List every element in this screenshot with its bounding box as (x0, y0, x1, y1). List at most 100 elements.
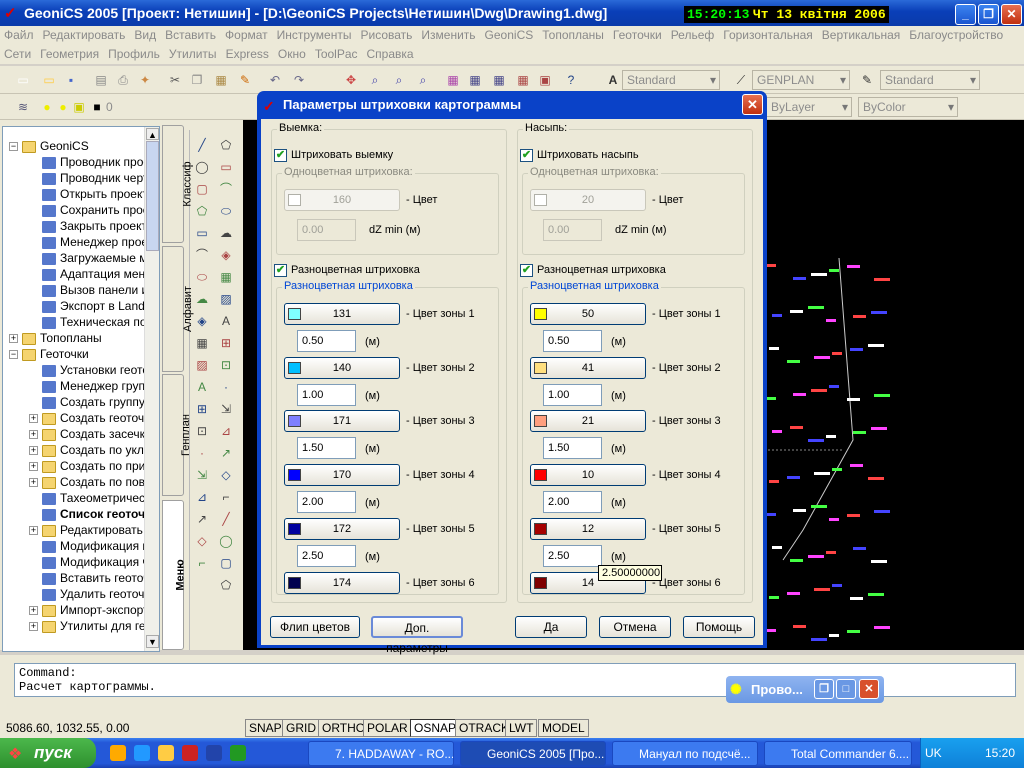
help-button[interactable]: Помощь (683, 616, 755, 638)
polygon-tool-icon[interactable]: ⌐ (193, 554, 211, 572)
ok-button[interactable]: Да (515, 616, 587, 638)
explorer-icon[interactable] (158, 745, 174, 761)
taskbar-item[interactable]: 7. HADDAWAY - RO... (308, 741, 454, 766)
menu-item[interactable]: Геометрия (36, 45, 104, 61)
acrobat-icon[interactable] (182, 745, 198, 761)
menu-item[interactable]: GeoniCS (481, 26, 539, 42)
word-icon[interactable] (206, 745, 222, 761)
text-tool-icon[interactable]: A (193, 378, 211, 396)
save-icon[interactable]: ▪ (62, 71, 80, 89)
arc-tool-icon[interactable]: ◯ (193, 158, 211, 176)
rect-tool-icon[interactable]: ▭ (193, 224, 211, 242)
tree-item[interactable]: + Импорт-экспорт (29, 602, 149, 618)
expand-icon[interactable]: + (29, 430, 38, 440)
paste-icon[interactable]: ▦ (212, 71, 230, 89)
polygon-tool-icon[interactable]: ◯ (217, 532, 235, 550)
zone-height-input[interactable]: 1.50 (543, 437, 602, 460)
markup-icon[interactable]: ▣ (536, 71, 554, 89)
scroll-down-icon[interactable]: ▼ (146, 635, 159, 648)
zone-height-input[interactable]: 2.00 (297, 491, 356, 514)
tab-3[interactable]: Генплан (162, 374, 192, 496)
tree-item[interactable]: Тахеометрический журнал (29, 490, 149, 506)
expand-icon[interactable]: + (29, 462, 38, 472)
menu-item[interactable]: ToolPac (311, 45, 363, 61)
dialog-close-button[interactable]: ✕ (742, 94, 763, 115)
extra-params-button[interactable]: Доп. параметры (371, 616, 463, 655)
hatch-checkbox[interactable]: ✔ (274, 149, 287, 162)
menu-item[interactable]: Горизонтальная (719, 26, 818, 42)
table-tool-icon[interactable]: ▦ (193, 334, 211, 352)
cloud-tool-icon[interactable]: ☁ (193, 290, 211, 308)
tree-item[interactable]: + Создать по уклону (29, 442, 149, 458)
multi-checkbox[interactable]: ✔ (274, 264, 287, 277)
zone-height-input[interactable]: 2.00 (543, 491, 602, 514)
restore-button[interactable]: ❐ (978, 4, 999, 25)
expand-icon[interactable]: + (29, 622, 38, 632)
tree-item[interactable]: + Создать засечки (29, 426, 149, 442)
status-polar-button[interactable]: POLAR (363, 719, 412, 737)
tab-4[interactable]: Меню (162, 500, 187, 650)
open-icon[interactable]: ▭ (40, 71, 58, 89)
zone-height-input[interactable]: 0.50 (543, 330, 602, 352)
media-icon[interactable] (134, 745, 150, 761)
status-osnap-button[interactable]: OSNAP (410, 719, 461, 737)
floating-window[interactable]: ✺ Прово... ❐ □ ✕ (726, 676, 884, 703)
zone-color-button[interactable]: 10 (530, 464, 646, 487)
menu-item[interactable]: Вид (130, 26, 161, 42)
dim-style-select[interactable]: GENPLAN (752, 70, 850, 90)
status-lwt-button[interactable]: LWT (505, 719, 538, 737)
multi-checkbox[interactable]: ✔ (520, 264, 533, 277)
circle-tool-icon[interactable]: ▢ (193, 180, 211, 198)
menu-item[interactable]: Рисовать (356, 26, 417, 42)
zoom-prev-icon[interactable]: ⌕ (414, 71, 432, 89)
menu-item[interactable]: Утилиты (165, 45, 222, 61)
point-tool-icon[interactable]: · (193, 444, 211, 462)
zone-color-button[interactable]: 12 (530, 517, 646, 540)
zone-color-button[interactable]: 41 (530, 356, 646, 379)
region-tool-icon[interactable]: ▨ (217, 290, 235, 308)
line-tool-icon[interactable]: ◇ (217, 466, 235, 484)
circle-tool-icon[interactable]: ▭ (217, 158, 235, 176)
designcenter-icon[interactable]: ▦ (466, 71, 484, 89)
language-indicator[interactable]: UK (925, 746, 942, 760)
text-style-select[interactable]: Standard (622, 70, 720, 90)
tab-1[interactable]: Классиф (162, 125, 194, 243)
tree-item[interactable]: Экспорт в Land (29, 298, 149, 314)
menu-item[interactable]: Рельеф (667, 26, 720, 42)
cut-icon[interactable]: ✂ (166, 71, 184, 89)
taskbar-item[interactable]: Total Commander 6.... (764, 741, 912, 766)
tree-item[interactable]: + Редактировать (29, 522, 149, 538)
polygon-tool-icon[interactable]: ⬠ (193, 202, 211, 220)
point-tool-icon[interactable]: ⊿ (217, 422, 235, 440)
tree-item[interactable]: Менеджер проектов (29, 234, 149, 250)
tree-item[interactable]: Удалить геоточки (29, 586, 149, 602)
preview-icon[interactable]: ⎙ (114, 71, 132, 89)
status-grid-button[interactable]: GRID (282, 719, 320, 737)
layers-icon[interactable]: ≋ (14, 98, 32, 116)
text-tool-icon[interactable]: ⊡ (217, 356, 235, 374)
zone-color-button[interactable]: 50 (530, 303, 646, 325)
menu-item[interactable]: Изменить (417, 26, 480, 42)
tree-item[interactable]: Вызов панели инструментов (29, 282, 149, 298)
table-tool-icon[interactable]: A (217, 312, 235, 330)
menu-item[interactable]: Профиль (104, 45, 165, 61)
tree-item[interactable]: Вставить геоточки (29, 570, 149, 586)
tree-item[interactable]: Сохранить проект (29, 202, 149, 218)
tree-item[interactable]: + Топопланы (9, 330, 149, 346)
menu-item[interactable]: Формат (221, 26, 273, 42)
taskbar-item[interactable]: GeoniCS 2005 [Про... (460, 741, 606, 766)
line-tool-icon[interactable]: ⊿ (193, 488, 211, 506)
expand-icon[interactable]: + (29, 606, 38, 616)
matchprop-icon[interactable]: ✎ (236, 71, 254, 89)
menu-item[interactable]: Сети (0, 45, 36, 61)
float-max-button[interactable]: □ (836, 679, 856, 699)
tree-item[interactable]: Техническая поддержка (29, 314, 149, 330)
undo-icon[interactable]: ↶ (266, 71, 284, 89)
lock-icon[interactable]: ▣ (70, 98, 88, 116)
tree-item[interactable]: Модификация геоточек (29, 538, 149, 554)
print-icon[interactable]: ▤ (92, 71, 110, 89)
tree-item[interactable]: Закрыть проект (29, 218, 149, 234)
scroll-thumb[interactable] (146, 141, 159, 251)
tree-item[interactable]: Проводник чертежей (29, 170, 149, 186)
hatch-checkbox[interactable]: ✔ (520, 149, 533, 162)
